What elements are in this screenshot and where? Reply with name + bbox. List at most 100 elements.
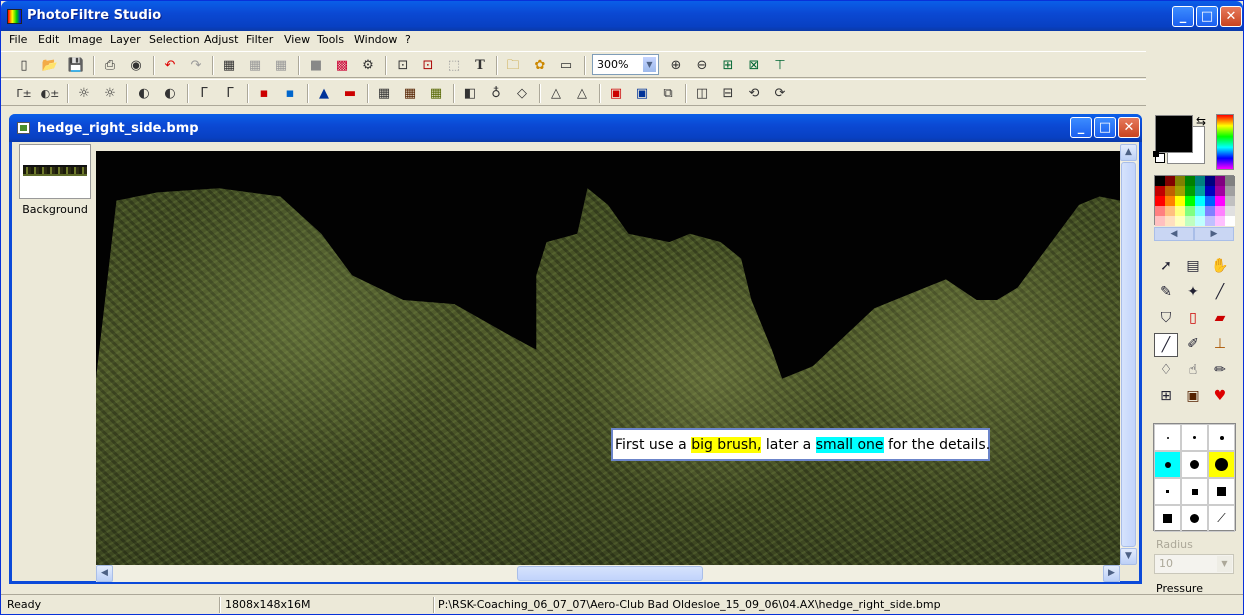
blur-icon[interactable]: ◧ <box>459 83 481 103</box>
palette-swatch[interactable] <box>1155 186 1165 196</box>
scroll-down-icon[interactable]: ▼ <box>1120 548 1137 565</box>
auto-levels-icon[interactable]: Γ± <box>13 83 35 103</box>
radius-select[interactable]: 10 ▼ <box>1154 554 1234 574</box>
rotate-icon[interactable]: ⟲ <box>743 83 765 103</box>
fit-window-icon[interactable]: ⊞ <box>717 55 739 75</box>
palette-swatch[interactable] <box>1185 206 1195 216</box>
palette-swatch[interactable] <box>1215 206 1225 216</box>
image-size-icon[interactable]: ⊡ <box>392 55 414 75</box>
saturation-minus-icon[interactable]: ▪ <box>253 83 275 103</box>
layer-thumbnail[interactable] <box>19 144 91 199</box>
automation-icon[interactable]: ⚙ <box>357 55 379 75</box>
canvas-size-icon[interactable]: ⊡ <box>417 55 439 75</box>
menu-help[interactable]: ? <box>405 33 411 46</box>
close-icon[interactable]: ✕ <box>1220 6 1242 27</box>
pointer-icon[interactable]: ➚ <box>1154 255 1178 279</box>
brush-square-1[interactable] <box>1154 478 1181 505</box>
palette-swatch[interactable] <box>1175 206 1185 216</box>
palette-swatch[interactable] <box>1195 206 1205 216</box>
paste-image-icon[interactable]: ▦ <box>244 55 266 75</box>
chevron-down-icon[interactable]: ▼ <box>1217 556 1232 572</box>
warp-icon[interactable]: ⊞ <box>1154 385 1178 409</box>
blur-drop-icon[interactable]: ♢ <box>1154 359 1178 383</box>
sharpen-icon[interactable]: ◇ <box>511 83 533 103</box>
palette-swatch[interactable] <box>1165 176 1175 186</box>
palette-swatch[interactable] <box>1225 196 1235 206</box>
paste-layer-icon[interactable]: ▦ <box>270 55 292 75</box>
palette-swatch[interactable] <box>1155 206 1165 216</box>
palette-swatch[interactable] <box>1155 216 1165 226</box>
scroll-left-icon[interactable]: ◀ <box>96 565 113 582</box>
minimize-icon[interactable]: _ <box>1172 6 1194 27</box>
save-icon[interactable]: 💾 <box>65 55 87 75</box>
palette-swatch[interactable] <box>1175 216 1185 226</box>
palette-swatch[interactable] <box>1205 186 1215 196</box>
palette-swatch[interactable] <box>1205 216 1215 226</box>
paint-tube-icon[interactable]: ✏ <box>1208 359 1232 383</box>
brush-size-4[interactable] <box>1154 451 1181 478</box>
palette-swatch[interactable] <box>1225 216 1235 226</box>
scroll-right-icon[interactable]: ▶ <box>1103 565 1120 582</box>
brightness-plus-icon[interactable]: ☼ <box>99 83 121 103</box>
histogram-icon[interactable]: ▲ <box>313 83 335 103</box>
palette-swatch[interactable] <box>1225 206 1235 216</box>
menu-layer[interactable]: Layer <box>110 33 141 46</box>
palette-swatch[interactable] <box>1195 176 1205 186</box>
palette-swatch[interactable] <box>1225 176 1235 186</box>
select-icon[interactable]: ▤ <box>1181 255 1205 279</box>
zoom-select[interactable]: 300% ▼ <box>592 54 659 75</box>
saturation-plus-icon[interactable]: ▪ <box>279 83 301 103</box>
color-spectrum[interactable] <box>1216 114 1234 170</box>
brush-square-3[interactable] <box>1208 478 1235 505</box>
frame-icon[interactable]: ▣ <box>605 83 627 103</box>
scan-icon[interactable]: ◉ <box>125 55 147 75</box>
brightness-minus-icon[interactable]: ☼ <box>73 83 95 103</box>
palette-swatch[interactable] <box>1175 176 1185 186</box>
auto-contrast-icon[interactable]: ◐± <box>39 83 61 103</box>
texture-icon[interactable]: ▦ <box>425 83 447 103</box>
eraser-icon[interactable]: ▰ <box>1208 307 1232 331</box>
gamma-plus-icon[interactable]: Γ <box>219 83 241 103</box>
horizontal-scroll-thumb[interactable] <box>517 566 703 581</box>
actual-size-icon[interactable]: ⊠ <box>743 55 765 75</box>
menu-view[interactable]: View <box>284 33 310 46</box>
zoom-out-icon[interactable]: ⊖ <box>691 55 713 75</box>
selection-icon[interactable]: ⬚ <box>443 55 465 75</box>
redo-icon[interactable]: ↷ <box>185 55 207 75</box>
brush-square-2[interactable] <box>1181 478 1208 505</box>
menu-adjust[interactable]: Adjust <box>204 33 238 46</box>
zoom-in-icon[interactable]: ⊕ <box>665 55 687 75</box>
brush-diagonal[interactable]: ⟋ <box>1208 505 1235 532</box>
chevron-down-icon[interactable]: ▼ <box>642 56 657 73</box>
brush-size-5[interactable] <box>1181 451 1208 478</box>
menu-window[interactable]: Window <box>354 33 397 46</box>
flip-v-icon[interactable]: ⊟ <box>717 83 739 103</box>
brush-size-6[interactable] <box>1208 451 1235 478</box>
palette-swatch[interactable] <box>1165 196 1175 206</box>
palette-swatch[interactable] <box>1165 206 1175 216</box>
window-icon[interactable]: ▭ <box>555 55 577 75</box>
fill-icon[interactable]: ⛉ <box>1154 307 1178 331</box>
palette-swatch[interactable] <box>1185 176 1195 186</box>
new-icon[interactable]: ▯ <box>13 55 35 75</box>
horizontal-scrollbar[interactable]: ◀ ▶ <box>96 565 1120 582</box>
palette-swatch[interactable] <box>1215 186 1225 196</box>
line-icon[interactable]: ╱ <box>1208 281 1232 305</box>
palette-swatch[interactable] <box>1195 186 1205 196</box>
settings-icon[interactable]: ✿ <box>529 55 551 75</box>
print-icon[interactable]: ⎙ <box>99 55 121 75</box>
palette-swatch[interactable] <box>1175 186 1185 196</box>
mosaic-icon[interactable]: ▦ <box>373 83 395 103</box>
transform-icon[interactable]: ⧉ <box>657 83 679 103</box>
contrast-plus-icon[interactable]: ◐ <box>159 83 181 103</box>
brush-size-3[interactable] <box>1208 424 1235 451</box>
palette-swatch[interactable] <box>1185 196 1195 206</box>
palette-swatch[interactable] <box>1205 196 1215 206</box>
drop-icon[interactable]: ♁ <box>485 83 507 103</box>
clone-icon[interactable]: ✐ <box>1181 333 1205 357</box>
palette-swatch[interactable] <box>1185 216 1195 226</box>
palette-swatch[interactable] <box>1195 196 1205 206</box>
color-balance-icon[interactable]: ▬ <box>339 83 361 103</box>
portrait-icon[interactable]: ▣ <box>1181 385 1205 409</box>
palette-next-icon[interactable]: ▶ <box>1194 227 1234 241</box>
